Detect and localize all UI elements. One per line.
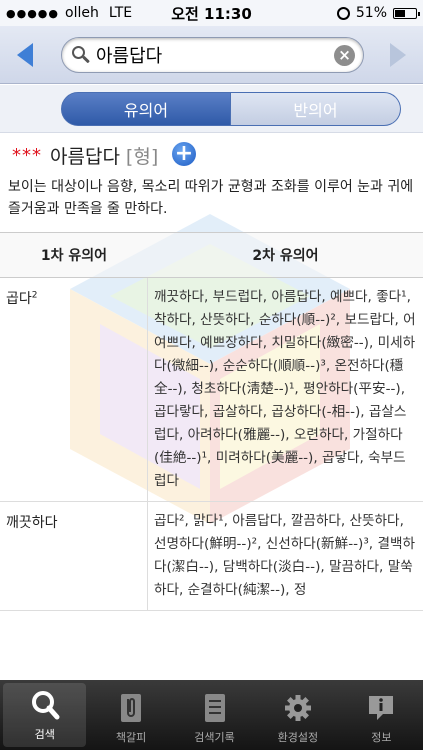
signal-strength: ●●●●● — [6, 6, 59, 20]
battery-percent: 51% — [355, 5, 387, 21]
alarm-icon — [336, 6, 350, 20]
tab-label: 검색기록 — [194, 731, 235, 744]
tab-label: 환경설정 — [277, 731, 319, 744]
status-bar: ●●●●● olleh LTE 오전 11:30 51% — [0, 0, 423, 26]
search-icon — [72, 46, 90, 64]
headword-row: *** 아름답다 [형] — [12, 142, 158, 169]
part-of-speech: [형] — [125, 146, 159, 168]
forward-arrow-icon[interactable] — [390, 43, 406, 67]
entry-content[interactable]: *** 아름답다 [형] + 보이는 대상이나 음향, 목소리 따위가 균형과 … — [0, 134, 423, 680]
secondary-synonyms-cell: 깨끗하다, 부드럽다, 아름답다, 예쁘다, 좋다¹, 착하다, 산뜻하다, 순… — [154, 289, 416, 489]
secondary-synonyms-cell: 곱다², 맑다¹, 아름답다, 깔끔하다, 산뜻하다, 선명하다(鮮明--)²,… — [154, 513, 415, 598]
tab-info[interactable]: 정보 — [340, 680, 423, 750]
tab-bar: 검색 책갈피 검색기록 환경설정 정보 — [0, 680, 423, 750]
frequency-stars: *** — [12, 145, 42, 166]
header-secondary-synonym: 2차 유의어 — [252, 248, 319, 264]
primary-synonym-word[interactable]: 곱다 — [6, 291, 32, 307]
tab-search[interactable]: 검색 — [3, 683, 87, 747]
tab-label: 책갈피 — [115, 731, 147, 744]
headword: 아름답다 — [50, 146, 120, 168]
paperclip-icon — [121, 694, 142, 722]
add-bookmark-button[interactable]: + — [172, 142, 196, 166]
search-bar: × — [0, 26, 423, 84]
synonym-table: 1차 유의어 2차 유의어 곱다2 깨끗하다, 부드럽다, 아름답다, 예쁘다,… — [0, 232, 423, 611]
table-row: 깨끗하다 곱다², 맑다¹, 아름답다, 깔끔하다, 산뜻하다, 선명하다(鮮明… — [0, 502, 423, 611]
table-header: 1차 유의어 2차 유의어 — [0, 232, 423, 278]
table-row: 곱다2 깨끗하다, 부드럽다, 아름답다, 예쁘다, 좋다¹, 착하다, 산뜻하… — [0, 278, 423, 502]
tab-history[interactable]: 검색기록 — [173, 680, 256, 750]
synonym-tab[interactable]: 유의어 — [61, 92, 231, 126]
homonym-number: 2 — [31, 290, 38, 301]
tab-label: 정보 — [371, 731, 392, 744]
notebook-icon — [204, 694, 225, 722]
primary-synonym-cell[interactable]: 곱다2 — [0, 278, 148, 501]
battery-icon — [393, 7, 420, 19]
tab-bookmarks[interactable]: 책갈피 — [89, 680, 172, 750]
antonym-tab[interactable]: 반의어 — [231, 92, 401, 126]
search-field[interactable]: × — [61, 37, 364, 73]
search-input[interactable] — [96, 44, 326, 66]
gear-icon — [284, 695, 311, 721]
primary-synonym-word[interactable]: 깨끗하다 — [6, 515, 58, 531]
primary-synonym-cell[interactable]: 깨끗하다 — [0, 502, 148, 610]
clear-search-button[interactable]: × — [334, 45, 355, 66]
carrier-name: olleh — [65, 5, 99, 21]
segment-bar: 유의어 반의어 — [0, 85, 423, 133]
info-bubble-icon — [369, 696, 394, 720]
definition-text: 보이는 대상이나 음향, 목소리 따위가 균형과 조화를 이루어 눈과 귀에 즐… — [8, 179, 414, 217]
search-icon — [31, 691, 60, 720]
network-type: LTE — [108, 5, 133, 21]
header-primary-synonym: 1차 유의어 — [40, 248, 108, 264]
tab-label: 검색 — [34, 728, 55, 741]
back-arrow-icon[interactable] — [17, 43, 33, 67]
tab-settings[interactable]: 환경설정 — [256, 680, 339, 750]
